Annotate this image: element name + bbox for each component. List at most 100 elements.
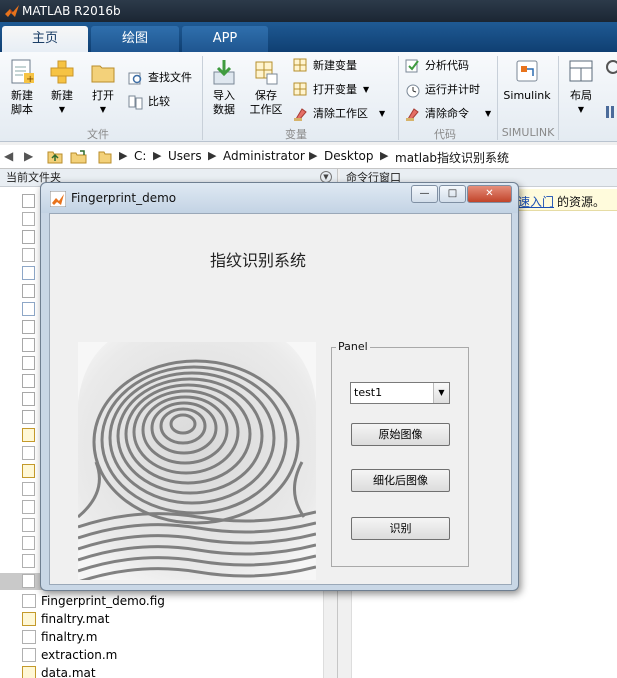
open-variable-label: 打开变量 [313, 83, 357, 96]
clear-commands-label: 清除命令 [425, 107, 469, 120]
group-label-simulink: SIMULINK [501, 126, 555, 139]
clear-commands-button[interactable]: 清除命令 ▼ [405, 104, 495, 124]
save-workspace-label: 保存 工作区 [249, 89, 283, 116]
file-fig-icon [22, 554, 35, 568]
back-arrow-icon[interactable]: ◀ [4, 149, 13, 163]
path-crumb[interactable]: Users [168, 149, 202, 163]
open-label: 打开 [92, 89, 114, 102]
matlab-figure-icon [50, 191, 66, 207]
drive-folder-icon [98, 151, 112, 164]
find-files-button[interactable]: 查找文件 [128, 68, 198, 88]
simulink-button[interactable]: Simulink [502, 58, 552, 103]
clear-workspace-button[interactable]: 清除工作区 ▼ [293, 104, 391, 124]
new-variable-icon [293, 58, 307, 72]
find-files-label: 查找文件 [148, 71, 192, 84]
file-mat-icon [22, 464, 35, 478]
close-button[interactable]: ✕ [467, 185, 512, 203]
file-mat-icon [22, 612, 36, 626]
file-link-icon [22, 302, 35, 316]
import-data-button[interactable]: 导入 数据 [208, 58, 240, 117]
layout-label: 布局 [570, 89, 592, 102]
file-doc-icon [22, 320, 35, 334]
preferences-gear-icon[interactable] [604, 58, 617, 76]
path-crumb[interactable]: Administrator [223, 149, 305, 163]
clear-workspace-dropdown-icon: ▼ [379, 109, 386, 118]
new-script-icon: + [11, 59, 34, 85]
notice-text: 的资源。 [557, 195, 606, 209]
path-separator-icon: ▶ [208, 149, 217, 162]
save-workspace-button[interactable]: 保存 工作区 [248, 58, 284, 117]
file-doc-icon [22, 374, 35, 388]
compare-button[interactable]: 比较 [128, 92, 188, 112]
file-name: finaltry.m [41, 630, 98, 644]
analyze-code-button[interactable]: 分析代码 [405, 56, 485, 76]
open-variable-dropdown-icon: ▼ [363, 85, 370, 94]
maximize-button[interactable]: □ [439, 185, 466, 203]
control-panel: Panel test1 ▼ 原始图像 细化后图像 识别 [331, 340, 469, 567]
file-link-icon [22, 266, 35, 280]
file-fig-icon [22, 594, 36, 608]
ribbon-separator [202, 56, 203, 140]
compare-label: 比较 [148, 95, 170, 108]
parallel-icon[interactable] [604, 104, 617, 120]
tab-apps[interactable]: APP [182, 26, 268, 52]
layout-icon [569, 60, 593, 82]
new-label: 新建 [51, 89, 73, 102]
path-crumb[interactable]: Desktop [324, 149, 374, 163]
app-title: MATLAB R2016b [22, 4, 121, 18]
run-and-time-icon [406, 84, 420, 98]
file-doc-icon [22, 410, 35, 424]
file-doc-icon [22, 284, 35, 298]
path-crumb[interactable]: C: [134, 149, 146, 163]
file-m-icon [22, 518, 35, 532]
new-plus-icon [50, 60, 74, 84]
simulink-label: Simulink [503, 89, 551, 102]
fingerprint-image [78, 342, 316, 580]
image-select-popup[interactable]: test1 ▼ [350, 382, 450, 404]
panel-title: Panel [336, 340, 370, 353]
analyze-code-icon [405, 59, 419, 73]
ribbon-tab-strip: 主页 绘图 APP [0, 22, 617, 52]
file-name: data.mat [41, 666, 96, 678]
forward-arrow-icon[interactable]: ▶ [24, 149, 33, 163]
figure-window: Fingerprint_demo — □ ✕ 指纹识别系统 Panel test… [40, 182, 519, 591]
new-script-label: 新建 脚本 [11, 89, 33, 116]
matlab-logo-icon [5, 5, 19, 17]
group-label-code: 代码 [434, 128, 456, 141]
path-crumb[interactable]: matlab指纹识别系统 [395, 149, 509, 166]
new-variable-button[interactable]: 新建变量 [293, 56, 373, 76]
tab-home[interactable]: 主页 [2, 26, 88, 52]
figure-title-bar[interactable]: Fingerprint_demo — □ ✕ [41, 183, 518, 213]
up-folder-icon[interactable] [47, 149, 63, 164]
run-and-time-label: 运行并计时 [425, 83, 480, 96]
browse-folder-icon[interactable] [70, 149, 88, 164]
file-m-icon [22, 446, 35, 460]
compare-icon [128, 95, 143, 110]
new-script-button[interactable]: + 新建 脚本 [6, 58, 38, 117]
path-separator-icon: ▶ [380, 149, 389, 162]
simulink-icon [516, 60, 538, 82]
popup-value: test1 [354, 386, 383, 399]
save-workspace-icon [255, 61, 278, 85]
svg-text:+: + [26, 74, 34, 85]
app-title-bar: MATLAB R2016b [0, 0, 617, 22]
minimize-button[interactable]: — [411, 185, 438, 203]
layout-button[interactable]: 布局 ▼ [565, 58, 597, 117]
quick-start-link[interactable]: 速入门 [518, 193, 554, 210]
path-separator-icon: ▶ [153, 149, 162, 162]
clear-commands-icon [406, 108, 419, 121]
open-button[interactable]: 打开 ▼ [86, 58, 120, 117]
address-bar: ◀ ▶ ▶ C: ▶ Users ▶ Administrator ▶ Deskt… [0, 145, 617, 169]
file-fig-icon [22, 212, 35, 226]
tab-plots[interactable]: 绘图 [91, 26, 179, 52]
new-button[interactable]: 新建 ▼ [46, 58, 78, 117]
file-mat-icon [22, 428, 35, 442]
open-variable-button[interactable]: 打开变量 ▼ [293, 80, 377, 100]
run-and-time-button[interactable]: 运行并计时 [405, 80, 493, 100]
original-image-button[interactable]: 原始图像 [351, 423, 450, 446]
path-separator-icon: ▶ [309, 149, 318, 162]
thinned-image-button[interactable]: 细化后图像 [351, 469, 450, 492]
system-heading: 指纹识别系统 [209, 251, 306, 270]
recognize-button[interactable]: 识别 [351, 517, 450, 540]
file-fig-icon [22, 248, 35, 262]
